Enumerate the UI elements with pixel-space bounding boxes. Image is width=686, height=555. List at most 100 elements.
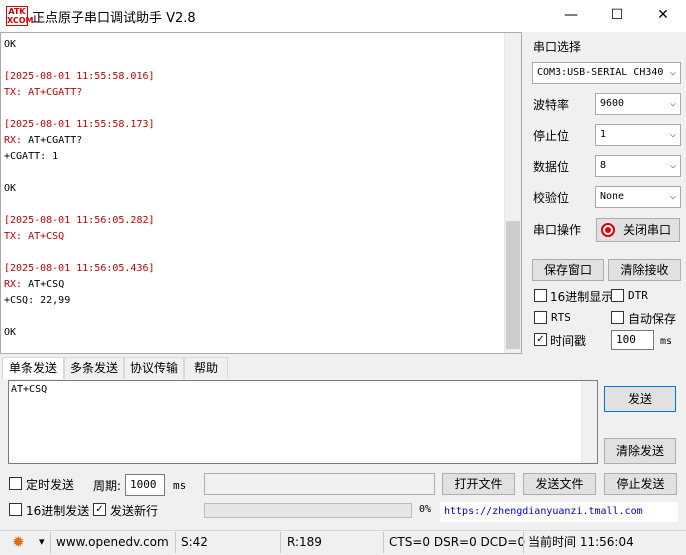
received-count: R:189 bbox=[287, 535, 322, 549]
baud-select[interactable]: 9600 ⌵ bbox=[595, 93, 681, 115]
auto-save-label: 自动保存 bbox=[628, 312, 677, 326]
log-line: [2025-08-01 11:55:58.173] bbox=[4, 119, 155, 130]
status-separator bbox=[175, 532, 176, 553]
checkmark-icon: ✓ bbox=[95, 504, 104, 515]
stopbits-select[interactable]: 1 ⌵ bbox=[595, 124, 681, 146]
maximize-button[interactable]: ☐ bbox=[594, 0, 640, 32]
log-line: TX: AT+CGATT? bbox=[4, 87, 83, 98]
send-file-button[interactable]: 发送文件 bbox=[523, 473, 596, 495]
hex-send-label: 16进制发送 bbox=[26, 504, 90, 518]
log-line: TX: AT+CSQ bbox=[4, 231, 65, 242]
tab-multi-send[interactable]: 多条发送 bbox=[64, 357, 124, 379]
file-path-field[interactable] bbox=[204, 473, 435, 495]
send-progress-bar bbox=[204, 503, 412, 518]
log-line: OK bbox=[4, 327, 17, 338]
timestamp-unit: ms bbox=[660, 336, 673, 347]
tab-help[interactable]: 帮助 bbox=[184, 357, 228, 379]
save-window-button[interactable]: 保存窗口 bbox=[532, 259, 604, 281]
log-line: +CGATT: 1 bbox=[4, 151, 59, 162]
gear-icon[interactable]: ✹ bbox=[12, 533, 25, 551]
maximize-icon: ☐ bbox=[610, 7, 624, 23]
baud-label: 波特率 bbox=[533, 98, 570, 112]
open-file-button[interactable]: 打开文件 bbox=[442, 473, 515, 495]
tab-single-send[interactable]: 单条发送 bbox=[2, 357, 64, 379]
receive-scrollbar[interactable] bbox=[504, 33, 521, 353]
record-icon bbox=[601, 223, 615, 237]
stopbits-value: 1 bbox=[600, 129, 607, 140]
close-icon: ✕ bbox=[657, 7, 669, 23]
checkmark-icon: ✓ bbox=[536, 334, 545, 345]
close-button[interactable]: ✕ bbox=[640, 0, 686, 32]
hex-display-checkbox[interactable] bbox=[534, 289, 547, 302]
send-progress-text: 0% bbox=[419, 504, 432, 515]
newline-label: 发送新行 bbox=[110, 504, 159, 518]
chevron-down-icon: ⌵ bbox=[669, 129, 676, 140]
signal-status: CTS=0 DSR=0 DCD=0 bbox=[389, 535, 526, 549]
status-separator bbox=[383, 532, 384, 553]
newline-checkbox[interactable]: ✓ bbox=[93, 503, 106, 516]
minimize-icon: — bbox=[564, 7, 578, 23]
log-line: +CSQ: 22,99 bbox=[4, 295, 71, 306]
period-label: 周期: bbox=[93, 479, 122, 493]
chevron-down-icon: ⌵ bbox=[669, 191, 676, 202]
parity-select[interactable]: None ⌵ bbox=[595, 186, 681, 208]
dtr-checkbox[interactable] bbox=[611, 289, 624, 302]
stop-send-button[interactable]: 停止发送 bbox=[604, 473, 677, 495]
chevron-down-icon: ⌵ bbox=[669, 160, 676, 171]
record-dot bbox=[605, 227, 611, 233]
app-logo: ATK XCOM bbox=[6, 6, 34, 26]
website-link[interactable]: www.openedv.com bbox=[56, 534, 169, 550]
clear-receive-button[interactable]: 清除接收 bbox=[608, 259, 681, 281]
port-select-value: COM3:USB-SERIAL CH340 bbox=[537, 67, 664, 78]
send-scrollbar[interactable] bbox=[581, 381, 597, 463]
log-line: [2025-08-01 11:56:05.436] bbox=[4, 263, 155, 274]
port-select-label: 串口选择 bbox=[533, 40, 582, 54]
parity-value: None bbox=[600, 191, 625, 202]
send-button[interactable]: 发送 bbox=[604, 386, 676, 412]
send-text-area[interactable]: AT+CSQ bbox=[8, 380, 598, 464]
store-link[interactable]: https://zhengdianyuanzi.tmall.com bbox=[440, 502, 678, 522]
timed-send-checkbox[interactable] bbox=[9, 477, 22, 490]
clear-send-button[interactable]: 清除发送 bbox=[604, 438, 676, 464]
receive-scrollbar-thumb[interactable] bbox=[506, 221, 520, 349]
port-select[interactable]: COM3:USB-SERIAL CH340 ⌵ bbox=[532, 62, 681, 84]
sent-count: S:42 bbox=[181, 535, 208, 549]
parity-label: 校验位 bbox=[533, 191, 570, 205]
chevron-down-icon: ⌵ bbox=[669, 98, 676, 109]
stopbits-label: 停止位 bbox=[533, 129, 570, 143]
dropdown-arrow-icon[interactable]: ▾ bbox=[39, 535, 45, 548]
period-input[interactable]: 1000 bbox=[125, 474, 165, 496]
rts-checkbox[interactable] bbox=[534, 311, 547, 324]
databits-label: 数据位 bbox=[533, 160, 570, 174]
status-separator bbox=[280, 532, 281, 553]
status-separator bbox=[523, 532, 524, 553]
minimize-button[interactable]: — bbox=[548, 0, 594, 32]
log-line: [2025-08-01 11:56:05.282] bbox=[4, 215, 155, 226]
log-line: RX: AT+CSQ bbox=[4, 279, 65, 290]
receive-text-area[interactable]: OK [2025-08-01 11:55:58.016] TX: AT+CGATT?… bbox=[0, 32, 522, 354]
dtr-label: DTR bbox=[628, 289, 648, 302]
hex-send-checkbox[interactable] bbox=[9, 503, 22, 516]
timestamp-interval-input[interactable]: 100 bbox=[611, 330, 654, 350]
window-title: 正点原子串口调试助手 V2.8 bbox=[32, 11, 196, 26]
chevron-down-icon: ⌵ bbox=[669, 67, 676, 78]
auto-save-checkbox[interactable] bbox=[611, 311, 624, 324]
period-unit: ms bbox=[173, 479, 187, 492]
log-line: OK bbox=[4, 183, 17, 194]
status-separator bbox=[50, 532, 51, 553]
port-op-label: 串口操作 bbox=[533, 223, 582, 237]
databits-value: 8 bbox=[600, 160, 607, 171]
close-port-button[interactable]: 关闭串口 bbox=[596, 218, 680, 242]
databits-select[interactable]: 8 ⌵ bbox=[595, 155, 681, 177]
rts-label: RTS bbox=[551, 311, 571, 324]
log-line: RX: AT+CGATT? bbox=[4, 135, 83, 146]
send-text: AT+CSQ bbox=[11, 384, 48, 395]
tab-protocol[interactable]: 协议传输 bbox=[124, 357, 184, 379]
timestamp-checkbox[interactable]: ✓ bbox=[534, 333, 547, 346]
timestamp-label: 时间戳 bbox=[550, 334, 587, 348]
